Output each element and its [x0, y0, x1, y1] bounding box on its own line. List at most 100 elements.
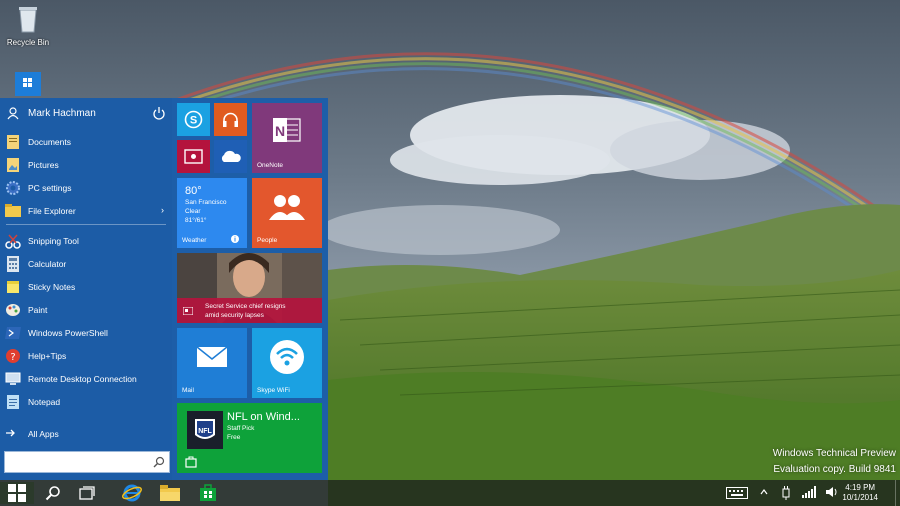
start-search-input[interactable]	[4, 451, 170, 473]
menu-item-paint[interactable]: Paint	[0, 298, 172, 321]
mail-tile[interactable]: Mail	[177, 328, 247, 398]
network-signal-icon[interactable]	[802, 486, 816, 498]
store-icon	[200, 484, 216, 501]
tray-clock[interactable]: 4:19 PM 10/1/2014	[842, 483, 878, 503]
mail-icon	[196, 346, 228, 367]
arrow-right-icon	[6, 429, 18, 439]
menu-item-snipping-tool[interactable]: Snipping Tool	[0, 229, 172, 252]
recycle-bin-desktop-icon[interactable]: Recycle Bin	[0, 4, 56, 47]
skype-wifi-tile-label: Skype WiFi	[257, 387, 290, 394]
taskbar-search-button[interactable]	[36, 482, 70, 504]
menu-item-label: Calculator	[28, 258, 67, 269]
weather-tile[interactable]: 80° San Francisco Clear 81°/61° Weather	[177, 178, 247, 248]
power-icon[interactable]	[152, 106, 166, 120]
weather-condition: Clear	[185, 208, 201, 215]
documents-icon	[4, 133, 22, 151]
mail-tile-label: Mail	[182, 387, 194, 394]
onenote-tile[interactable]: N OneNote	[252, 103, 322, 173]
menu-item-label: Help+Tips	[28, 350, 67, 361]
user-avatar-icon	[7, 107, 19, 120]
user-account-row[interactable]: Mark Hachman	[0, 102, 172, 124]
desktop-app-icon[interactable]	[0, 72, 56, 98]
cloud-icon	[221, 150, 241, 162]
file-explorer-icon	[4, 202, 22, 220]
svg-text:N: N	[275, 123, 285, 139]
menu-item-remote-desktop-connection[interactable]: Remote Desktop Connection	[0, 367, 172, 390]
menu-item-label: Windows PowerShell	[28, 327, 108, 338]
store-icon	[185, 456, 197, 468]
people-icon	[269, 195, 305, 220]
menu-item-windows-powershell[interactable]: Windows PowerShell	[0, 321, 172, 344]
internet-explorer-icon	[122, 484, 142, 502]
snipping-tool-icon	[4, 232, 22, 250]
menu-item-pc-settings[interactable]: PC settings	[0, 176, 172, 199]
menu-separator	[6, 224, 166, 225]
windows-app-icon	[15, 72, 41, 96]
menu-item-file-explorer[interactable]: File Explorer ›	[0, 199, 172, 222]
store-app-sub1: Staff Pick	[227, 425, 255, 432]
watermark-line-2: Evaluation copy. Build 9841	[773, 464, 896, 475]
news-caption-bar	[177, 298, 322, 323]
task-view-icon	[79, 486, 95, 500]
notepad-icon	[4, 393, 22, 411]
task-view-button[interactable]	[70, 482, 104, 504]
search-icon[interactable]	[153, 456, 165, 468]
internet-explorer-taskbar-button[interactable]	[115, 482, 149, 504]
video-tile[interactable]	[177, 140, 210, 173]
power-plug-icon[interactable]	[780, 486, 792, 500]
store-app-title: NFL on Wind...	[227, 411, 300, 423]
skype-wifi-tile[interactable]: Skype WiFi	[252, 328, 322, 398]
onedrive-tile[interactable]	[214, 140, 247, 173]
store-app-sub2: Free	[227, 434, 241, 441]
recycle-bin-label: Recycle Bin	[6, 38, 50, 47]
windows-logo-icon	[8, 484, 26, 502]
help-icon: ?	[4, 347, 22, 365]
people-tile[interactable]: People	[252, 178, 322, 248]
menu-item-calculator[interactable]: Calculator	[0, 252, 172, 275]
menu-item-label: Sticky Notes	[28, 281, 76, 292]
tray-date: 10/1/2014	[842, 493, 878, 502]
menu-item-label: Documents	[28, 136, 71, 147]
nfl-app-icon: NFL	[187, 411, 223, 449]
all-apps-button[interactable]: All Apps	[0, 425, 172, 443]
chevron-right-icon[interactable]: ›	[161, 205, 164, 215]
store-tile[interactable]: NFL NFL on Wind... Staff Pick Free	[177, 403, 322, 473]
skype-tile[interactable]: S	[177, 103, 210, 136]
video-icon	[184, 149, 203, 164]
menu-item-documents[interactable]: Documents	[0, 130, 172, 153]
skype-wifi-icon	[270, 340, 304, 374]
menu-item-label: Paint	[28, 304, 48, 315]
sticky-notes-icon	[4, 278, 22, 296]
search-icon	[45, 486, 60, 501]
svg-text:NFL: NFL	[198, 428, 212, 435]
svg-text:S: S	[190, 115, 197, 127]
news-headline-2: amid security lapses	[205, 312, 264, 319]
news-tile[interactable]: Secret Service chief resigns amid securi…	[177, 253, 322, 323]
onenote-icon: N	[273, 118, 301, 142]
touch-keyboard-icon[interactable]	[726, 487, 748, 499]
start-button[interactable]	[0, 482, 34, 504]
menu-item-notepad[interactable]: Notepad	[0, 390, 172, 413]
weather-city: San Francisco	[185, 199, 227, 206]
tray-time: 4:19 PM	[845, 483, 876, 492]
all-apps-label: All Apps	[28, 429, 59, 439]
menu-item-pictures[interactable]: Pictures	[0, 153, 172, 176]
chevron-up-icon[interactable]	[760, 489, 768, 495]
music-tile[interactable]	[214, 103, 247, 136]
menu-item-label: Notepad	[28, 396, 61, 407]
weather-range: 81°/61°	[185, 217, 207, 224]
taskbar: 4:19 PM 10/1/2014	[0, 480, 900, 506]
info-badge-icon	[231, 235, 239, 243]
show-desktop-button[interactable]	[895, 480, 900, 506]
menu-item-label: Pictures	[28, 159, 59, 170]
calculator-icon	[4, 255, 22, 273]
pinned-list: Documents Pictures PC settings File Expl…	[0, 130, 172, 413]
news-icon	[183, 307, 193, 315]
volume-icon[interactable]	[826, 486, 838, 498]
menu-item-help-tips[interactable]: ? Help+Tips	[0, 344, 172, 367]
store-taskbar-button[interactable]	[191, 482, 225, 504]
file-explorer-taskbar-button[interactable]	[153, 482, 187, 504]
people-tile-label: People	[257, 237, 278, 244]
menu-item-sticky-notes[interactable]: Sticky Notes	[0, 275, 172, 298]
paint-icon	[4, 301, 22, 319]
